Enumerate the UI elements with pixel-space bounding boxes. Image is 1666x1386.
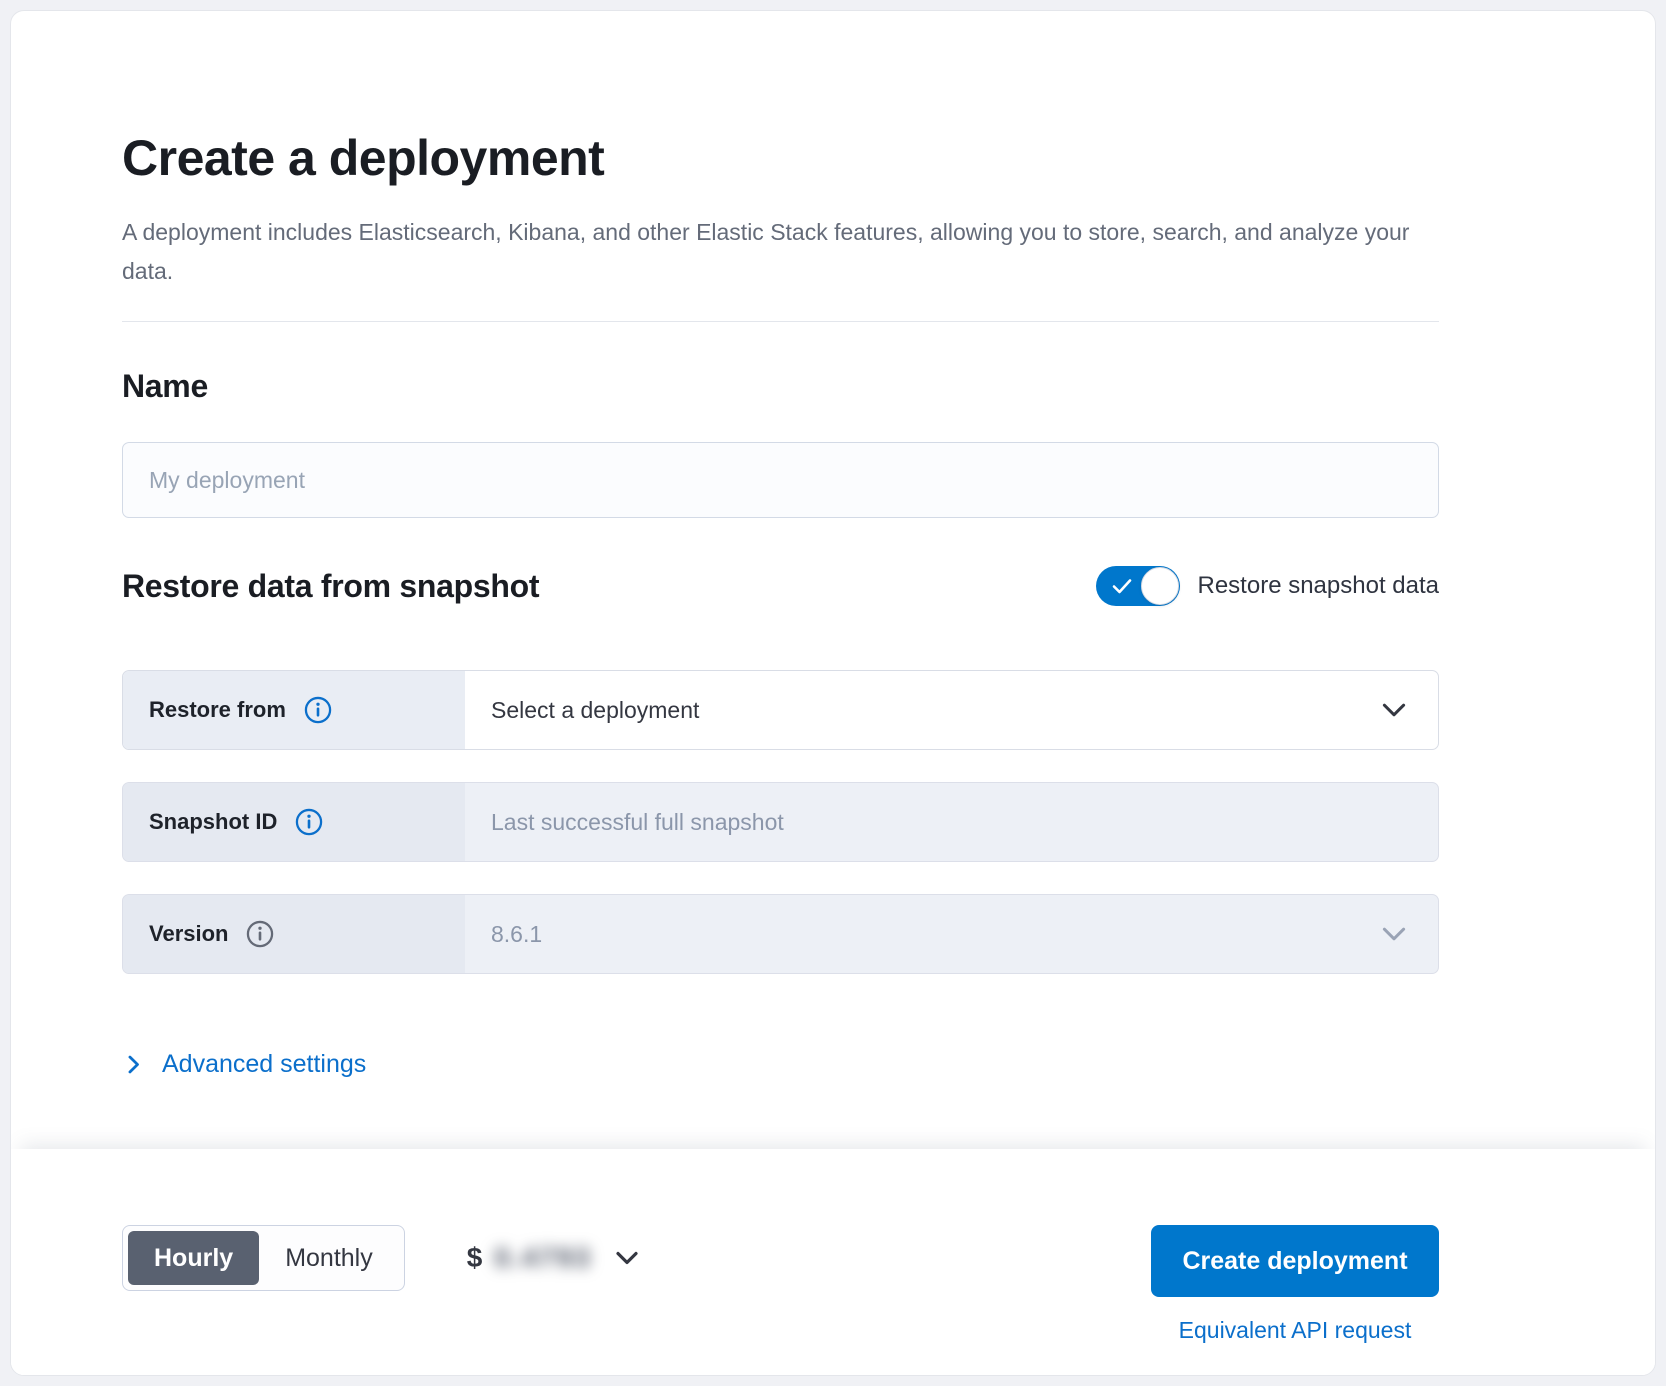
submit-area: Create deployment Equivalent API request	[1151, 1225, 1439, 1344]
page-subtitle: A deployment includes Elasticsearch, Kib…	[122, 213, 1412, 291]
advanced-settings-link[interactable]: Advanced settings	[122, 1050, 366, 1079]
snapshot-id-value: Last successful full snapshot	[491, 809, 1410, 836]
restore-snapshot-toggle[interactable]	[1096, 566, 1180, 606]
chevron-down-icon	[1378, 918, 1410, 950]
info-icon[interactable]	[304, 696, 332, 724]
version-label-cell: Version	[123, 895, 465, 973]
price-currency: $	[467, 1242, 483, 1274]
version-value: 8.6.1	[491, 921, 1378, 948]
billing-period-toggle: Hourly Monthly	[122, 1225, 405, 1291]
advanced-settings-label: Advanced settings	[162, 1050, 366, 1079]
billing-hourly-button[interactable]: Hourly	[128, 1231, 259, 1285]
restore-from-label-cell: Restore from	[123, 671, 465, 749]
snapshot-id-label-cell: Snapshot ID	[123, 783, 465, 861]
version-row: Version 8.6.1	[122, 894, 1439, 974]
version-select: 8.6.1	[465, 895, 1438, 973]
info-icon[interactable]	[246, 920, 274, 948]
main-content: Create a deployment A deployment include…	[11, 11, 1655, 1149]
chevron-right-icon	[122, 1053, 145, 1076]
restore-snapshot-toggle-label: Restore snapshot data	[1198, 572, 1440, 600]
footer-bar: Hourly Monthly $ 0.4793 Create deploymen…	[11, 1149, 1655, 1375]
page-title: Create a deployment	[122, 127, 1439, 189]
check-icon	[1110, 574, 1134, 598]
restore-from-value: Select a deployment	[491, 697, 1378, 724]
restore-from-label: Restore from	[149, 697, 286, 723]
create-deployment-button[interactable]: Create deployment	[1151, 1225, 1439, 1297]
snapshot-id-input: Last successful full snapshot	[465, 783, 1438, 861]
create-deployment-card: Create a deployment A deployment include…	[10, 10, 1656, 1376]
restore-section-heading: Restore data from snapshot	[122, 566, 539, 606]
billing-monthly-button[interactable]: Monthly	[259, 1231, 399, 1285]
price-dropdown[interactable]: $ 0.4793	[467, 1242, 642, 1274]
deployment-name-input[interactable]	[122, 442, 1439, 518]
header-divider	[122, 321, 1439, 322]
info-icon[interactable]	[295, 808, 323, 836]
price-amount-blurred: 0.4793	[494, 1242, 592, 1274]
billing-controls: Hourly Monthly $ 0.4793	[122, 1225, 642, 1291]
restore-from-row: Restore from Select a deployment	[122, 670, 1439, 750]
equivalent-api-request-link[interactable]: Equivalent API request	[1179, 1317, 1412, 1344]
toggle-knob	[1141, 567, 1179, 605]
chevron-down-icon	[612, 1243, 642, 1273]
version-label: Version	[149, 921, 228, 947]
snapshot-id-label: Snapshot ID	[149, 809, 277, 835]
restore-snapshot-toggle-group: Restore snapshot data	[1096, 566, 1440, 606]
restore-section-header: Restore data from snapshot Restore snaps…	[122, 566, 1439, 606]
chevron-down-icon	[1378, 694, 1410, 726]
name-section-heading: Name	[122, 366, 1439, 406]
snapshot-id-row: Snapshot ID Last successful full snapsho…	[122, 782, 1439, 862]
restore-from-select[interactable]: Select a deployment	[465, 671, 1438, 749]
